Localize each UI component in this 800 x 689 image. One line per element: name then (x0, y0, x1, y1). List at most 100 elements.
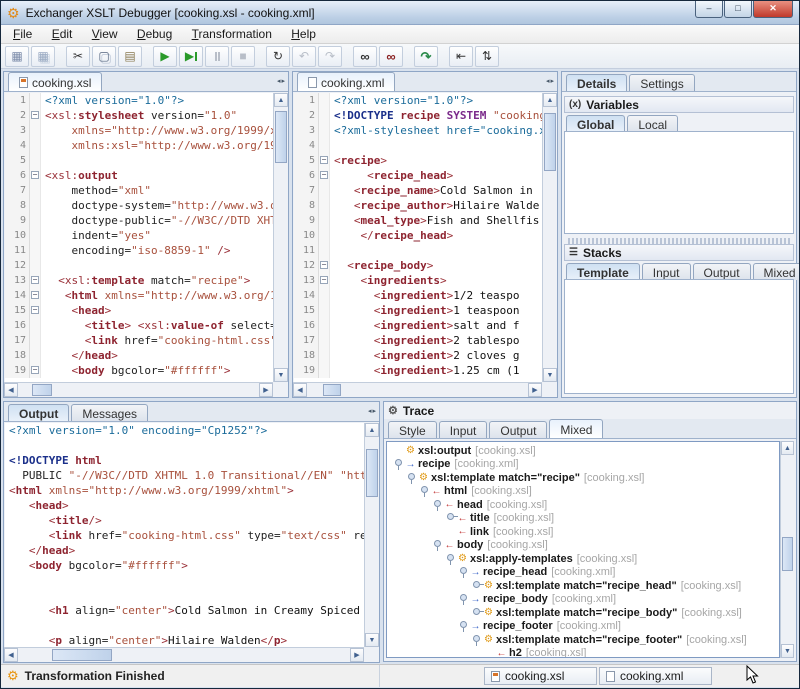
tree-toggle[interactable] (419, 485, 430, 497)
tab-local[interactable]: Local (627, 115, 678, 132)
tab-cooking-xsl[interactable]: cooking.xsl (8, 72, 102, 91)
tree-toggle[interactable] (432, 539, 443, 551)
step-back-icon[interactable]: ↶ (292, 46, 316, 67)
tree-toggle[interactable] (393, 458, 404, 470)
tree-toggle[interactable] (471, 580, 482, 592)
trace-row[interactable]: ←link[cooking.xsl] (387, 525, 779, 539)
scroll-up-arrow[interactable]: ▲ (274, 93, 288, 107)
tab-messages[interactable]: Messages (71, 404, 148, 421)
code-line[interactable]: 12− <recipe_body> (294, 258, 542, 273)
paste-icon[interactable]: ▤ (118, 46, 142, 67)
code-line[interactable]: <html xmlns="http://www.w3.org/1999/xhtm… (5, 483, 364, 498)
code-line[interactable]: 13− <ingredients> (294, 273, 542, 288)
code-line[interactable]: 9 <meal_type>Fish and Shellfis (294, 213, 542, 228)
docbar-cooking-xsl[interactable]: cooking.xsl (484, 667, 597, 685)
fold-toggle[interactable]: − (30, 288, 41, 303)
maximize-button[interactable]: □ (724, 1, 752, 18)
scroll-left-arrow[interactable]: ◀ (293, 383, 307, 397)
scroll-right-arrow[interactable]: ▶ (259, 383, 273, 397)
trace-row[interactable]: →recipe_footer[cooking.xml] (387, 620, 779, 634)
scroll-right-arrow[interactable]: ▶ (350, 648, 364, 662)
code-line[interactable]: 11 (294, 243, 542, 258)
tree-toggle[interactable] (445, 512, 456, 524)
tab-settings[interactable]: Settings (629, 74, 694, 91)
scrollbar-thumb[interactable] (52, 649, 112, 661)
tree-toggle[interactable] (458, 593, 469, 605)
code-line[interactable]: PUBLIC "-//W3C//DTD XHTML 1.0 Transition… (5, 468, 364, 483)
code-line[interactable] (5, 588, 364, 603)
trace-vertical-scrollbar[interactable]: ▲ ▼ (780, 441, 794, 658)
output-code-view[interactable]: <?xml version="1.0" encoding="Cp1252"?><… (5, 423, 364, 647)
code-line[interactable]: 19 <ingredient>1.25 cm (1 (294, 363, 542, 378)
tab-stack-mixed[interactable]: Mixed (753, 263, 800, 280)
tab-stack-output[interactable]: Output (693, 263, 751, 280)
trace-row[interactable]: →recipe_head[cooking.xml] (387, 566, 779, 580)
code-line[interactable]: 9 doctype-public="-//W3C//DTD XHTM (5, 213, 273, 228)
find-trace-icon[interactable]: ∞ (379, 46, 403, 67)
code-line[interactable]: 16 <title> <xsl:value-of select= (5, 318, 273, 333)
code-line[interactable] (5, 618, 364, 633)
code-line[interactable]: <title/> (5, 513, 364, 528)
trace-row[interactable]: ←head[cooking.xsl] (387, 498, 779, 512)
tree-toggle[interactable] (471, 607, 482, 619)
code-line[interactable]: 10 indent="yes" (5, 228, 273, 243)
code-line[interactable]: <head> (5, 498, 364, 513)
code-line[interactable]: <!DOCTYPE html (5, 453, 364, 468)
code-line[interactable]: 15 <ingredient>1 teaspoon (294, 303, 542, 318)
step-forward-icon[interactable]: ↷ (318, 46, 342, 67)
scroll-up-arrow[interactable]: ▲ (781, 441, 794, 455)
code-line[interactable]: 17 <ingredient>2 tablespo (294, 333, 542, 348)
restart-icon[interactable]: ↻ (266, 46, 290, 67)
tab-output[interactable]: Output (8, 404, 69, 421)
code-line[interactable]: </head> (5, 543, 364, 558)
code-line[interactable]: 14− <html xmlns="http://www.w3.org/1 (5, 288, 273, 303)
stop-icon[interactable]: ■ (231, 46, 255, 67)
tab-trace-output[interactable]: Output (489, 421, 547, 438)
pause-icon[interactable] (205, 46, 229, 67)
code-line[interactable]: 10 </recipe_head> (294, 228, 542, 243)
scrollbar-thumb[interactable] (32, 384, 52, 396)
scroll-right-arrow[interactable]: ▶ (528, 383, 542, 397)
scrollbar-thumb[interactable] (366, 449, 378, 497)
tab-details[interactable]: Details (566, 74, 627, 91)
code-line[interactable]: 1<?xml version="1.0"?> (5, 93, 273, 108)
code-line[interactable]: 7 <recipe_name>Cold Salmon in (294, 183, 542, 198)
trace-row[interactable]: ⚙xsl:template match="recipe_footer"[cook… (387, 633, 779, 647)
fold-toggle[interactable]: − (30, 108, 41, 123)
trace-row[interactable]: ⚙xsl:template match="recipe_body"[cookin… (387, 606, 779, 620)
code-line[interactable]: 6−<xsl:output (5, 168, 273, 183)
tree-toggle[interactable] (432, 499, 443, 511)
goto-icon[interactable]: ⇤ (449, 46, 473, 67)
tree-toggle[interactable] (471, 634, 482, 646)
close-button[interactable]: ✕ (753, 1, 793, 18)
fold-toggle[interactable]: − (319, 153, 330, 168)
menu-debug[interactable]: Debug (129, 25, 180, 43)
scroll-down-arrow[interactable]: ▼ (274, 368, 288, 382)
code-line[interactable] (5, 573, 364, 588)
code-line[interactable]: <p align="center">Hilaire Walden</p> (5, 633, 364, 647)
scrollbar-thumb[interactable] (275, 111, 287, 163)
trace-row[interactable]: ⚙xsl:template match="recipe"[cooking.xsl… (387, 471, 779, 485)
code-line[interactable]: 12 (5, 258, 273, 273)
trace-row[interactable]: ←h2[cooking.xsl] (387, 647, 779, 659)
tree-toggle[interactable] (458, 620, 469, 632)
menu-help[interactable]: Help (283, 25, 324, 43)
stacks-list[interactable] (564, 279, 794, 394)
code-line[interactable]: 8 <recipe_author>Hilaire Walde (294, 198, 542, 213)
menu-edit[interactable]: Edit (44, 25, 81, 43)
tree-toggle[interactable] (406, 472, 417, 484)
xsl-horizontal-scrollbar[interactable]: ◀ ▶ (4, 382, 273, 397)
tab-stack-input[interactable]: Input (642, 263, 691, 280)
scrollbar-thumb[interactable] (782, 537, 793, 571)
fold-toggle[interactable]: − (319, 258, 330, 273)
trace-row[interactable]: ⚙xsl:output[cooking.xsl] (387, 444, 779, 458)
code-line[interactable]: 3<?xml-stylesheet href="cooking.x (294, 123, 542, 138)
scroll-left-arrow[interactable]: ◀ (4, 648, 18, 662)
code-line[interactable]: <link href="cooking-html.css" type="text… (5, 528, 364, 543)
xml-code-editor[interactable]: 1<?xml version="1.0"?>2<!DOCTYPE recipe … (294, 93, 542, 382)
trace-row[interactable]: →recipe_body[cooking.xml] (387, 593, 779, 607)
xsl-code-editor[interactable]: 1<?xml version="1.0"?>2−<xsl:stylesheet … (5, 93, 273, 382)
code-line[interactable]: 5−<recipe> (294, 153, 542, 168)
fold-toggle[interactable]: − (30, 303, 41, 318)
save-icon[interactable]: ▦ (5, 46, 29, 67)
